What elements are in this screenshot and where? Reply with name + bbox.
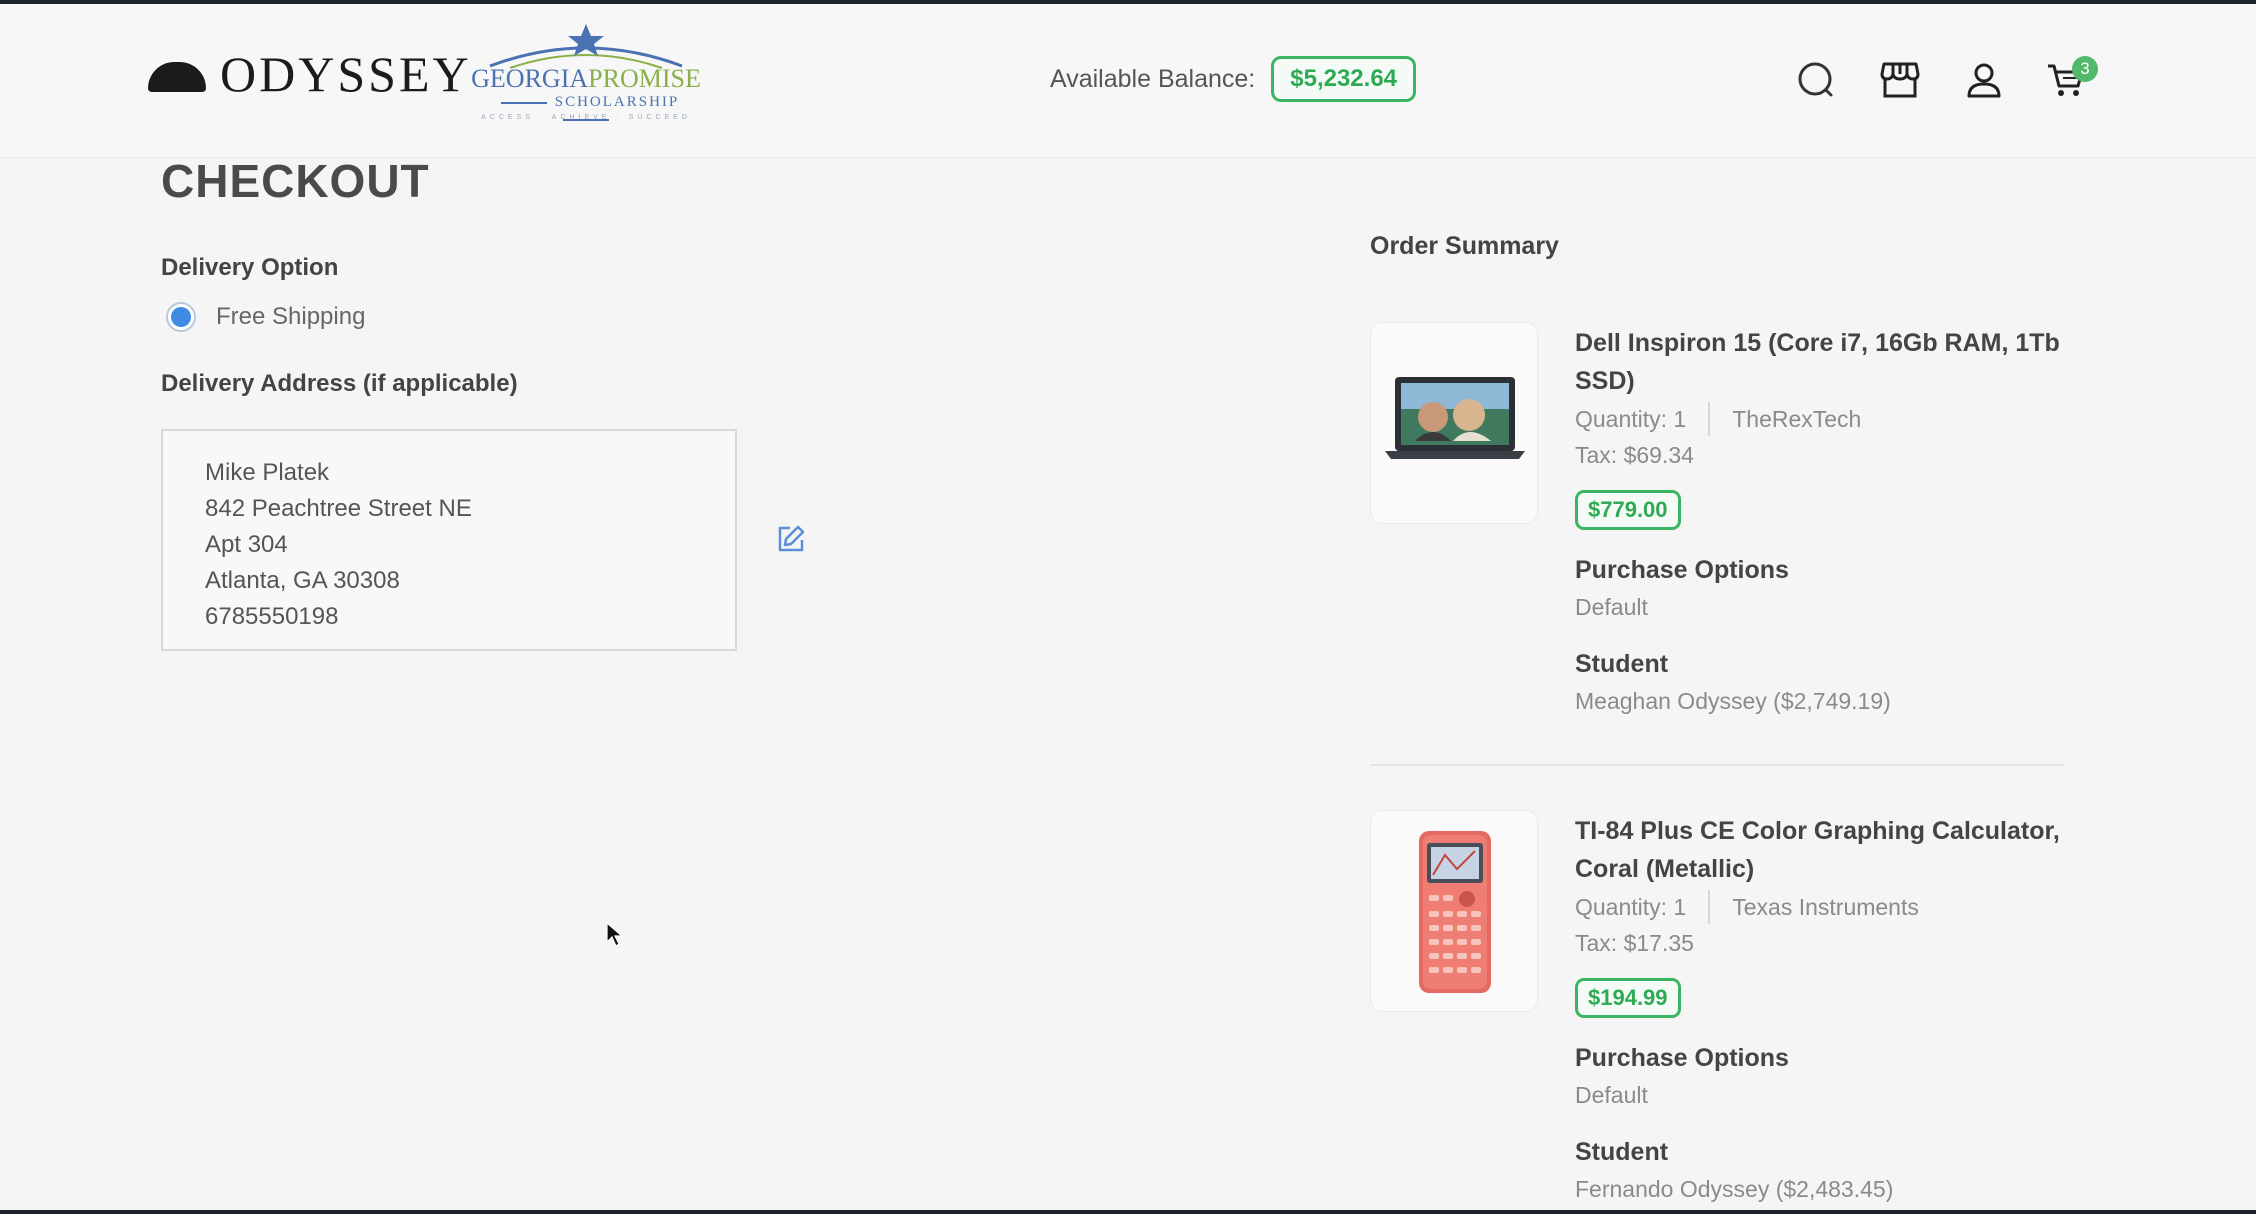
- item-quantity: Quantity: 1: [1575, 893, 1687, 920]
- available-balance: Available Balance: $5,232.64: [1050, 56, 1417, 102]
- meta-separator: [1708, 402, 1711, 436]
- partner-name: GEORGIAPROMISE: [471, 64, 701, 93]
- free-shipping-radio[interactable]: [166, 302, 196, 332]
- odyssey-logo[interactable]: ODYSSEY: [148, 24, 472, 124]
- mouse-cursor-icon: [606, 922, 624, 947]
- purchase-options-value: Default: [1575, 594, 1648, 620]
- address-city: Atlanta, GA 30308: [205, 567, 400, 594]
- calculator-thumbnail[interactable]: [1370, 810, 1538, 1012]
- balance-label: Available Balance:: [1050, 64, 1256, 93]
- item-tax: Tax: $17.35: [1575, 930, 1694, 956]
- item-divider: [1370, 764, 2064, 766]
- item-price: $779.00: [1575, 490, 1681, 530]
- item-vendor: TheRexTech: [1732, 405, 1862, 432]
- edit-address-icon[interactable]: [776, 524, 806, 554]
- laptop-thumbnail[interactable]: [1370, 322, 1538, 524]
- delivery-address-label: Delivery Address (if applicable): [161, 370, 518, 397]
- store-icon[interactable]: [1880, 60, 1920, 100]
- partner-tagline: ACCESS · ACHIEVE · SUCCEED: [481, 114, 691, 121]
- balance-value: $5,232.64: [1271, 56, 1417, 102]
- address-unit: Apt 304: [205, 531, 288, 558]
- radio-selected-dot: [171, 307, 191, 327]
- free-shipping-option[interactable]: Free Shipping: [166, 302, 365, 332]
- page-title: CHECKOUT: [161, 155, 430, 207]
- item-tax: Tax: $69.34: [1575, 442, 1694, 468]
- item-price: $194.99: [1575, 978, 1681, 1018]
- georgia-promise-logo: GEORGIAPROMISE SCHOLARSHIP ACCESS · ACHI…: [470, 22, 702, 122]
- item-meta: Quantity: 1 Texas Instruments: [1575, 890, 1919, 924]
- cart-count-badge: 3: [2072, 56, 2098, 82]
- student-label: Student: [1575, 1138, 1669, 1166]
- item-meta: Quantity: 1 TheRexTech: [1575, 402, 1861, 436]
- calculator-image: [1419, 831, 1491, 993]
- star-swoosh-icon: [489, 24, 683, 69]
- brand-name: ODYSSEY: [220, 46, 472, 102]
- site-header: ODYSSEY GEORGIAPROMISE SCHOLARSHIP ACCES…: [0, 4, 2256, 158]
- delivery-option-label: Delivery Option: [161, 254, 339, 281]
- app-frame: ODYSSEY GEORGIAPROMISE SCHOLARSHIP ACCES…: [0, 4, 2256, 1210]
- odyssey-mark-icon: [148, 62, 206, 92]
- purchase-options-label: Purchase Options: [1575, 1044, 1789, 1072]
- partner-subtitle: SCHOLARSHIP: [470, 94, 702, 128]
- search-icon[interactable]: [1796, 60, 1836, 100]
- item-vendor: Texas Instruments: [1732, 893, 1919, 920]
- student-value: Meaghan Odyssey ($2,749.19): [1575, 688, 1891, 714]
- user-icon[interactable]: [1964, 60, 2004, 100]
- address-street: 842 Peachtree Street NE: [205, 495, 472, 522]
- meta-separator: [1708, 890, 1711, 924]
- purchase-options-label: Purchase Options: [1575, 556, 1789, 584]
- purchase-options-value: Default: [1575, 1082, 1648, 1108]
- delivery-address-box: Mike Platek 842 Peachtree Street NE Apt …: [161, 429, 737, 651]
- address-name: Mike Platek: [205, 459, 330, 486]
- item-name: Dell Inspiron 15 (Core i7, 16Gb RAM, 1Tb…: [1575, 329, 2060, 395]
- student-label: Student: [1575, 650, 1669, 678]
- item-quantity: Quantity: 1: [1575, 405, 1687, 432]
- item-name: TI-84 Plus CE Color Graphing Calculator,…: [1575, 817, 2060, 883]
- address-phone: 6785550198: [205, 603, 339, 630]
- laptop-image: [1385, 377, 1525, 459]
- free-shipping-label: Free Shipping: [216, 303, 366, 330]
- order-summary-title: Order Summary: [1370, 232, 1559, 260]
- student-value: Fernando Odyssey ($2,483.45): [1575, 1176, 1894, 1202]
